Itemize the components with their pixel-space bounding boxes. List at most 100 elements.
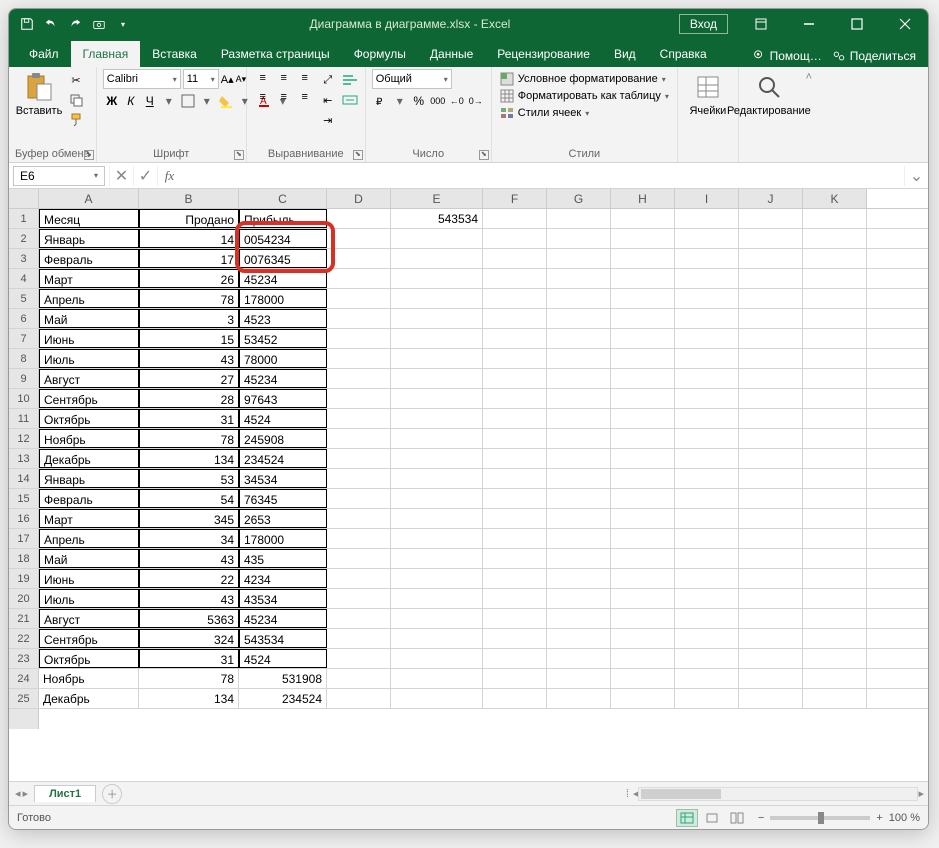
cell-styles-button[interactable]: Стили ячеек▾ [498,105,671,121]
cell[interactable] [675,369,739,388]
cell[interactable] [547,489,611,508]
undo-icon[interactable] [41,14,61,34]
cell[interactable] [803,269,867,288]
cell[interactable] [739,269,803,288]
cell[interactable]: 17 [139,249,239,268]
cell[interactable] [327,309,391,328]
cell[interactable] [547,409,611,428]
cell[interactable] [803,589,867,608]
cell[interactable] [547,569,611,588]
cell[interactable] [611,269,675,288]
cell[interactable] [327,249,391,268]
cell[interactable] [483,389,547,408]
cell[interactable] [327,529,391,548]
decrease-decimal-icon[interactable]: 0→ [467,92,485,110]
signin-button[interactable]: Вход [679,14,728,34]
cell[interactable] [739,629,803,648]
row-header[interactable]: 16 [9,509,39,528]
underline-button[interactable]: Ч [141,92,159,110]
cell[interactable] [803,649,867,668]
cell[interactable]: Декабрь [39,449,139,468]
row-header[interactable]: 12 [9,429,39,448]
align-right-icon[interactable]: ≡ [295,88,315,106]
cell[interactable] [483,649,547,668]
cell[interactable]: Май [39,309,139,328]
cell[interactable] [675,249,739,268]
tab-разметка страницы[interactable]: Разметка страницы [209,41,342,67]
cell[interactable] [327,649,391,668]
cell[interactable] [739,289,803,308]
font-name-select[interactable]: Calibri▾ [103,69,181,89]
cell[interactable]: 543534 [239,629,327,648]
merge-icon[interactable] [341,91,359,109]
cell[interactable] [391,409,483,428]
cell[interactable] [739,329,803,348]
cell[interactable] [739,409,803,428]
fx-icon[interactable]: fx [157,166,181,186]
cell[interactable]: Август [39,609,139,628]
horizontal-scrollbar[interactable]: ⁞◂ ▸ [122,787,928,801]
cell[interactable] [611,629,675,648]
fill-color-icon[interactable] [217,92,235,110]
page-layout-view-icon[interactable] [701,809,723,827]
cell[interactable]: Апрель [39,529,139,548]
cell[interactable]: Май [39,549,139,568]
row-header[interactable]: 22 [9,629,39,648]
select-all[interactable] [9,189,39,208]
spreadsheet-grid[interactable]: ABCDEFGHIJK 1МесяцПроданоПрибыль5435342Я… [9,189,928,781]
cell[interactable] [611,569,675,588]
cell[interactable] [483,689,547,708]
cell[interactable] [391,649,483,668]
cell[interactable]: 324 [139,629,239,648]
cell[interactable] [675,489,739,508]
cell[interactable] [739,689,803,708]
cell[interactable]: 234524 [239,449,327,468]
cell[interactable] [803,469,867,488]
cell[interactable] [675,689,739,708]
cell[interactable] [803,209,867,228]
cell[interactable]: 134 [139,689,239,708]
cell[interactable]: 5363 [139,609,239,628]
cell[interactable] [611,549,675,568]
cell[interactable] [803,409,867,428]
cell[interactable] [547,389,611,408]
cell[interactable] [675,409,739,428]
cell[interactable] [611,249,675,268]
row-header[interactable]: 13 [9,449,39,468]
comma-icon[interactable]: 000 [429,92,447,110]
cell[interactable] [739,509,803,528]
wrap-text-icon[interactable] [341,71,359,89]
cell[interactable] [739,569,803,588]
cell[interactable] [675,629,739,648]
row-header[interactable]: 19 [9,569,39,588]
cell[interactable] [739,529,803,548]
cell[interactable] [547,329,611,348]
cell[interactable] [611,449,675,468]
row-header[interactable]: 10 [9,389,39,408]
tab-формулы[interactable]: Формулы [342,41,418,67]
cell[interactable]: 43 [139,549,239,568]
cell[interactable] [483,609,547,628]
cell[interactable]: 43 [139,589,239,608]
cell[interactable] [547,669,611,688]
cell[interactable] [739,229,803,248]
cell[interactable]: 27 [139,369,239,388]
name-box[interactable]: E6▾ [13,166,105,186]
cell[interactable] [483,289,547,308]
row-header[interactable]: 4 [9,269,39,288]
cell[interactable] [739,389,803,408]
row-header[interactable]: 15 [9,489,39,508]
cell[interactable]: Июнь [39,569,139,588]
decrease-font-icon[interactable]: A▾ [236,74,247,85]
cell[interactable]: 4524 [239,409,327,428]
cell[interactable]: 31 [139,649,239,668]
cell[interactable] [547,249,611,268]
cell[interactable] [675,229,739,248]
cell[interactable] [675,349,739,368]
tab-данные[interactable]: Данные [418,41,485,67]
cell[interactable] [547,209,611,228]
cell[interactable] [483,489,547,508]
editing-button[interactable]: Редактирование [745,69,793,119]
page-break-view-icon[interactable] [726,809,748,827]
cell[interactable] [739,449,803,468]
